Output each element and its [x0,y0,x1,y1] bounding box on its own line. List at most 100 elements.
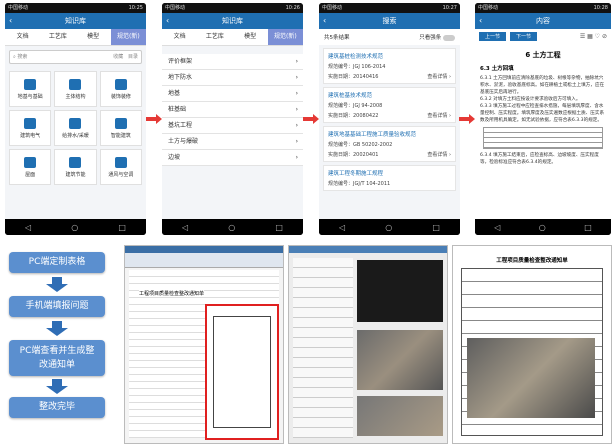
down-arrow-icon [46,321,68,336]
tab-process[interactable]: 工艺库 [197,29,232,45]
category-tile[interactable]: 地基与基础 [9,71,52,107]
tab-models[interactable]: 模型 [76,29,111,45]
back-icon[interactable]: ‹ [323,13,326,29]
category-tile[interactable]: 给排水/采暖 [54,110,97,146]
list-item[interactable]: 地基 › [162,86,303,102]
result-count: 共5条结果 [324,35,350,41]
list-item[interactable]: 基坑工程 › [162,118,303,134]
app-title-bar: ‹ 知识库 [5,13,146,29]
paragraph: 6.3.4 填方施工结束后，应检查标高、边坡坡度、压实程度等，检验标准应符合表6… [480,153,599,165]
roof-icon [24,156,37,168]
tab-standards[interactable]: 规范(新) [110,29,146,45]
tab-standards[interactable]: 规范(新) [267,29,303,45]
result-card[interactable]: 建筑桩基技术规范 规范编号：JGJ 94-2008 实施日期：20080422 查… [323,87,456,123]
home-nav-icon[interactable]: ○ [385,223,392,232]
favorites-link[interactable]: 收藏 [113,54,123,60]
chevron-right-icon: › [295,138,298,145]
tab-models[interactable]: 模型 [233,29,268,45]
paragraph: 6.3.2 对填方土料应按设计要求验收后方可填入。 [480,97,581,102]
tile-label: 给排水/采暖 [62,132,89,139]
tab-documents[interactable]: 文档 [5,29,40,45]
app-title-bar: ‹ 知识库 [162,13,303,29]
prev-section-button[interactable]: 上一节 [479,32,507,41]
pc-issue-viewer-screenshot [288,245,448,444]
recent-nav-icon[interactable]: □ [275,223,283,232]
back-icon[interactable]: ‹ [9,13,12,29]
system-nav-bar: ◁ ○ □ [162,219,303,235]
tile-label: 屋面 [25,171,36,178]
toolbar-icons[interactable]: ☰ ▦ ♡ ⊘ [580,33,607,40]
search-placeholder: 搜索 [17,54,28,60]
next-section-button[interactable]: 下一节 [510,32,538,41]
page-title: 知识库 [222,17,243,25]
result-card[interactable]: 建筑地基基础工程施工质量验收规范 规范编号：GB 50202-2002 实施日期… [323,126,456,162]
list-item[interactable]: 评价框架 › [162,54,303,70]
list-item-label: 桩基础 [168,106,187,113]
home-nav-icon[interactable]: ○ [228,223,235,232]
result-title: 建筑地基基础工程施工质量验收规范 [328,132,417,138]
category-tile[interactable]: 屋面 [9,149,52,185]
tile-label: 装饰装修 [110,93,131,100]
search-icon: ⌕ [13,54,16,60]
decoration-icon [114,78,127,90]
chapter-heading: 6 土方工程 [525,51,561,59]
app-title-bar: ‹ 搜索 [319,13,460,29]
back-nav-icon[interactable]: ◁ [25,223,31,232]
phone-standards-list: 中国移动 10:26 ‹ 知识库 文档 工艺库 模型 规范(新) 评价框架 › 地下防… [162,3,303,235]
category-tile[interactable]: 通风与空调 [99,149,142,185]
list-item[interactable]: 边坡 › [162,150,303,166]
home-nav-icon[interactable]: ○ [539,223,546,232]
back-nav-icon[interactable]: ◁ [182,223,188,232]
status-bar: 中国移动 10:25 [5,3,146,13]
result-code: 规范编号：JGJ/T 104-2011 [328,181,391,187]
category-tile[interactable]: 智能建筑 [99,110,142,146]
tab-process[interactable]: 工艺库 [40,29,75,45]
tile-label: 主体结构 [65,93,86,100]
foundation-icon [24,78,37,90]
back-nav-icon[interactable]: ◁ [494,223,500,232]
page-title: 内容 [536,17,550,25]
toggle-switch[interactable] [443,34,455,41]
tab-documents[interactable]: 文档 [162,29,197,45]
water-icon [69,117,82,129]
rectification-notice-screenshot: 工程项目质量检查整改通知单 [452,245,612,444]
result-title: 建筑桩基技术规范 [328,93,373,99]
list-item[interactable]: 地下防水 › [162,70,303,86]
recent-nav-icon[interactable]: □ [118,223,126,232]
issue-form-fields [293,258,353,438]
back-icon[interactable]: ‹ [479,13,482,29]
view-details-link[interactable]: 查看详情 › [427,112,451,119]
view-details-link[interactable]: 查看详情 › [427,73,451,80]
result-code: 规范编号：JGJ 94-2008 [328,103,383,109]
toggle-label: 只看强条 [419,35,442,41]
back-nav-icon[interactable]: ◁ [339,223,345,232]
search-input[interactable]: ⌕ 搜索 收藏 目录 [9,50,142,64]
window-title-bar [125,246,283,253]
tile-label: 智能建筑 [110,132,131,139]
down-arrow-icon [46,379,68,394]
catalog-link[interactable]: 目录 [128,54,138,60]
category-tile[interactable]: 建筑电气 [9,110,52,146]
view-details-link[interactable]: 查看详情 › [427,151,451,158]
chevron-right-icon: › [295,90,298,97]
category-tile[interactable]: 装饰装修 [99,71,142,107]
list-item-label: 土方与爆破 [168,138,199,145]
list-item[interactable]: 土方与爆破 › [162,134,303,150]
energy-icon [69,156,82,168]
flow-step-3: PC端查看并生成整改通知单 [9,340,105,376]
result-card[interactable]: 建筑工程冬期施工规程 规范编号：JGJ/T 104-2011 [323,165,456,191]
category-tile[interactable]: 建筑节能 [54,149,97,185]
result-card[interactable]: 建筑基桩检测技术规范 规范编号：JGJ 106-2014 实施日期：201404… [323,48,456,84]
form-title: 工程项目质量检查整改通知单 [139,290,205,297]
home-nav-icon[interactable]: ○ [71,223,78,232]
chevron-right-icon: › [295,106,298,113]
recent-nav-icon[interactable]: □ [584,223,592,232]
section-heading: 6.3 土方回填 [480,66,514,72]
category-tile[interactable]: 主体结构 [54,71,97,107]
list-item[interactable]: 桩基础 › [162,102,303,118]
recent-nav-icon[interactable]: □ [432,223,440,232]
back-icon[interactable]: ‹ [166,13,169,29]
list-item-label: 地基 [168,90,181,97]
drawing-thumbnail [357,260,443,322]
phone-knowledge-tiles: 中国移动 10:25 ‹ 知识库 文档 工艺库 模型 规范(新) ⌕ 搜索 收藏 目… [5,3,146,235]
